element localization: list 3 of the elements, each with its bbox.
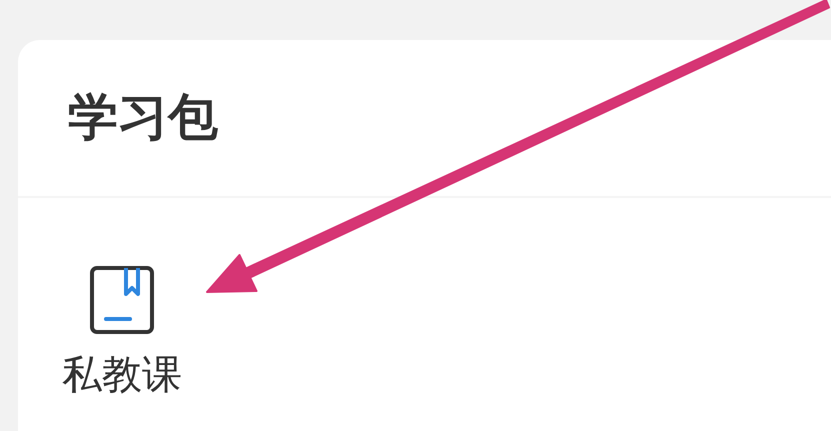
book-icon (90, 266, 154, 334)
section-title: 学习包 (67, 87, 219, 142)
menu-item[interactable]: 私教课 (62, 266, 182, 398)
